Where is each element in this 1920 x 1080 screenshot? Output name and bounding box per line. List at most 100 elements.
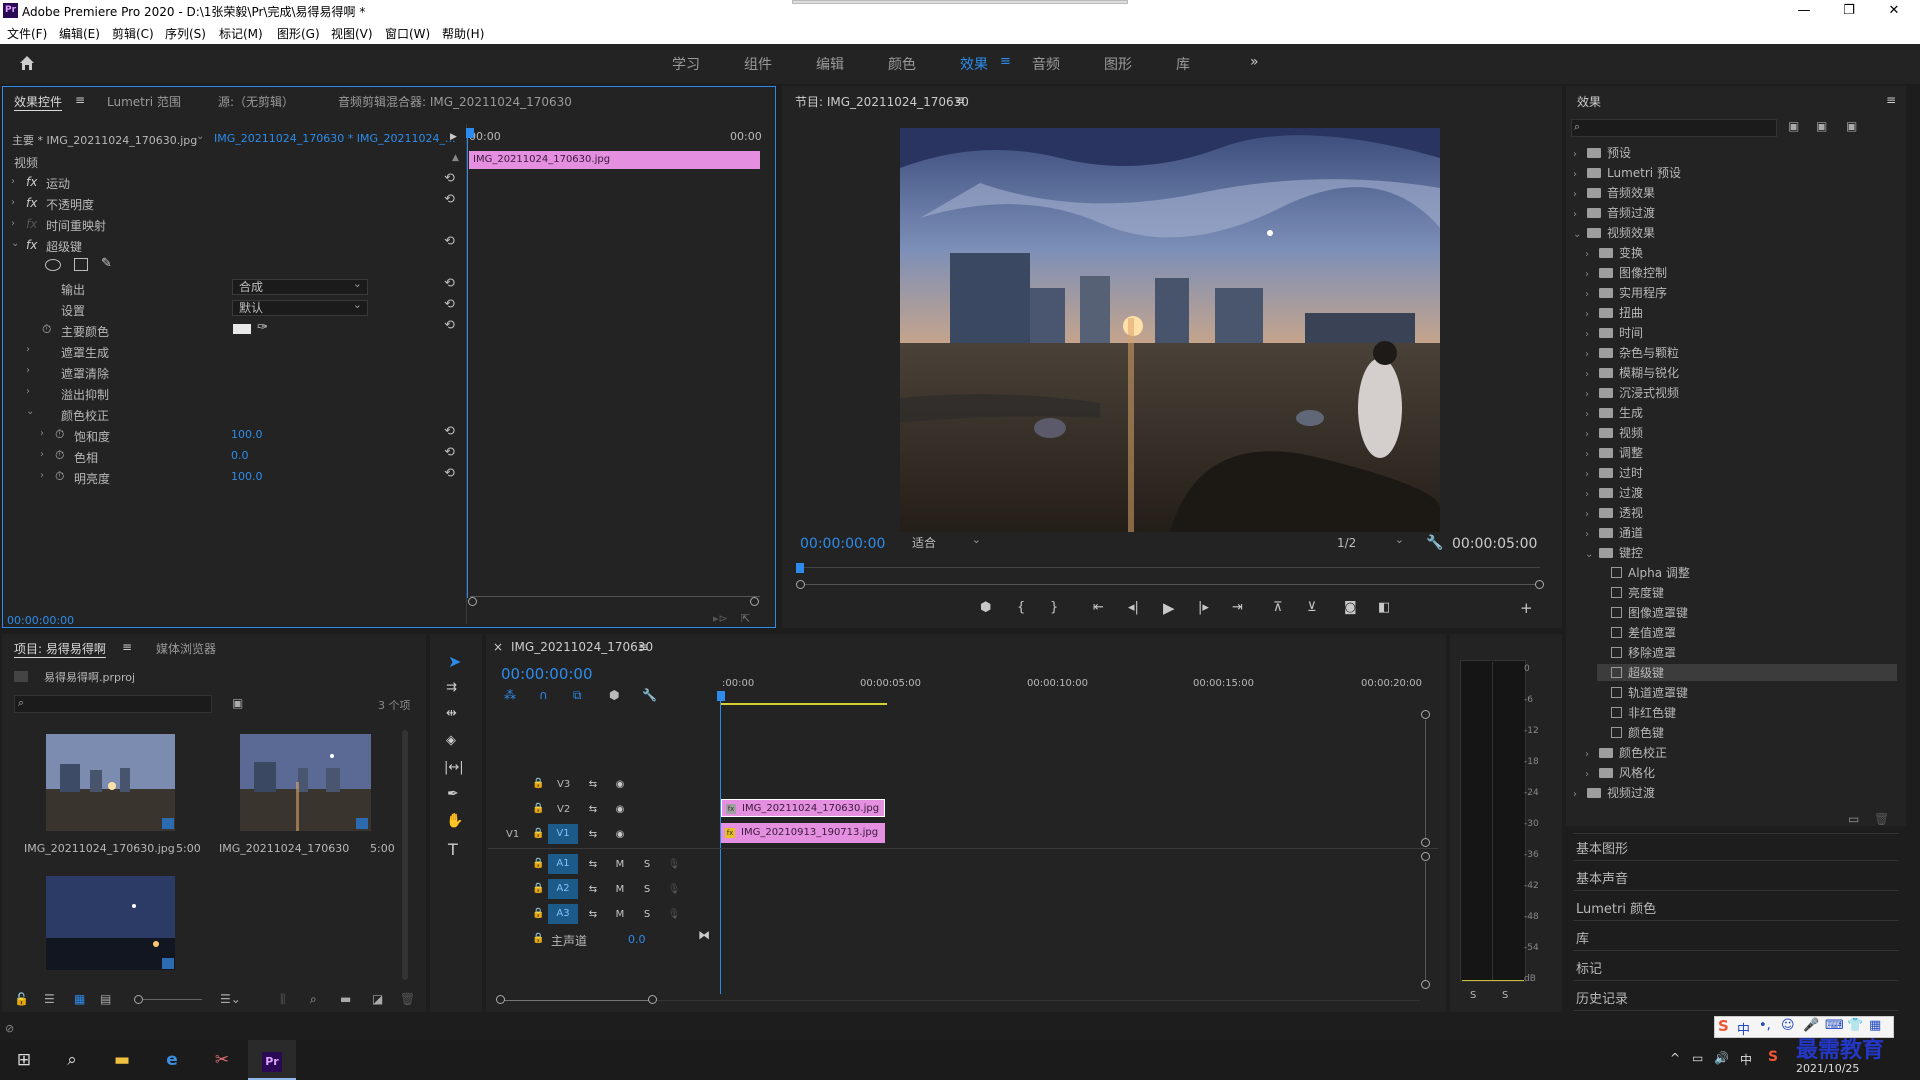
ec-timecode[interactable]: 00:00:00:00	[7, 614, 74, 627]
effects-tree-item[interactable]: › 通道	[1585, 524, 1643, 541]
effects-tree-item[interactable]: 亮度键	[1597, 584, 1664, 601]
panel-menu-icon[interactable]: ≡	[122, 640, 132, 654]
go-to-in-icon[interactable]: ⇤	[1093, 600, 1104, 615]
mute-button[interactable]: M	[612, 907, 628, 923]
find-icon[interactable]: ⌕	[310, 992, 317, 1007]
menu-file[interactable]: 文件(F)	[7, 25, 47, 42]
effects-tree-item[interactable]: › 音频过渡	[1573, 204, 1655, 221]
menu-view[interactable]: 视图(V)	[331, 25, 373, 42]
new-folder-icon[interactable]: ▭	[1848, 812, 1859, 826]
meter-solo-left[interactable]: S	[1470, 990, 1476, 1001]
chevron-right-icon[interactable]: ›	[1585, 749, 1599, 760]
track-lock-icon[interactable]: 🔒	[532, 908, 544, 919]
reset-icon[interactable]: ⟲	[444, 424, 455, 439]
sync-lock-icon[interactable]: ⇆	[585, 827, 601, 843]
effects-tree-item[interactable]: › 音频效果	[1573, 184, 1655, 201]
volume-icon[interactable]: 🔊	[1714, 1051, 1729, 1065]
reset-icon[interactable]: ⟲	[444, 466, 455, 481]
timeline-timecode[interactable]: 00:00:00:00	[501, 665, 593, 683]
effects-tree-item[interactable]: › 扭曲	[1585, 304, 1643, 321]
key-color-swatch[interactable]	[233, 324, 251, 334]
effects-tree-item[interactable]: › 过渡	[1585, 484, 1643, 501]
show-timeline-icon[interactable]: ▶	[450, 132, 457, 142]
stopwatch-icon[interactable]: ⏱	[55, 448, 64, 463]
audio-scrollbar[interactable]	[1425, 862, 1426, 980]
ime-icon[interactable]: 中	[1740, 1051, 1752, 1068]
effect-time-remap[interactable]: 时间重映射	[46, 217, 106, 234]
chevron-right-icon[interactable]: ›	[1585, 489, 1599, 500]
ime-mode-icon[interactable]: 中	[1737, 1019, 1750, 1038]
wrench-icon[interactable]: 🔧	[1426, 535, 1443, 551]
effect-motion[interactable]: 运动	[46, 175, 70, 192]
effects-tree-item[interactable]: › 过时	[1585, 464, 1643, 481]
reset-icon[interactable]: ⟲	[444, 318, 455, 333]
chevron-right-icon[interactable]: ›	[1585, 449, 1599, 460]
new-bin-icon[interactable]: ▬	[340, 992, 351, 1006]
comparison-view-icon[interactable]: ◧	[1378, 600, 1390, 615]
accelerated-effects-icon[interactable]: ▣	[1788, 119, 1799, 133]
param-saturation-value[interactable]: 100.0	[231, 428, 263, 441]
collapsed-panel-header[interactable]: 标记	[1576, 958, 1602, 977]
chevron-down-icon[interactable]: ⌄	[1573, 229, 1587, 240]
effects-tree-item[interactable]: › 视频过渡	[1573, 784, 1655, 801]
track-lock-icon[interactable]: 🔒	[532, 828, 544, 839]
snap-icon[interactable]: ∩	[539, 688, 548, 702]
source-patch-v1[interactable]: V1	[506, 829, 519, 840]
sort-icon[interactable]: ☰⌄	[220, 992, 241, 1006]
fx-icon[interactable]: fx	[26, 175, 37, 189]
tab-lumetri-scopes[interactable]: Lumetri 范围	[107, 93, 181, 110]
sync-lock-icon[interactable]: ⇆	[585, 802, 601, 818]
effects-tree-item[interactable]: › 变换	[1585, 244, 1643, 261]
selection-tool-icon[interactable]: ➤	[448, 652, 461, 671]
effects-tree-item[interactable]: › 风格化	[1585, 764, 1655, 781]
timeline-clip-v1[interactable]: fx IMG_20210913_190713.jpg	[721, 823, 885, 843]
ec-playhead[interactable]	[466, 128, 474, 138]
track-select-tool-icon[interactable]: ⇉	[446, 680, 457, 695]
chevron-right-icon[interactable]: ›	[1585, 289, 1599, 300]
program-monitor-title[interactable]: 节目: IMG_20211024_170630	[795, 93, 969, 110]
new-item-icon[interactable]: ◪	[372, 992, 383, 1006]
ec-zoom-handle-right[interactable]	[750, 597, 759, 606]
project-item-name[interactable]: IMG_20211024_170630	[219, 842, 349, 855]
thumbnail-3[interactable]	[46, 876, 175, 970]
show-hidden-icons-icon[interactable]: ^	[1670, 1051, 1680, 1065]
video-scrollbar[interactable]	[1425, 720, 1426, 838]
emoji-icon[interactable]: ☺	[1781, 1018, 1795, 1033]
chevron-right-icon[interactable]: ›	[1585, 469, 1599, 480]
menu-help[interactable]: 帮助(H)	[442, 25, 484, 42]
menu-window[interactable]: 窗口(W)	[385, 25, 430, 42]
effects-search-input[interactable]	[1571, 119, 1777, 137]
effects-tree-item[interactable]: › 视频	[1585, 424, 1643, 441]
group-matte-cleanup[interactable]: 遮罩清除	[61, 365, 109, 382]
solo-button[interactable]: S	[639, 857, 655, 873]
chevron-right-icon[interactable]: ›	[1585, 769, 1599, 780]
menu-marker[interactable]: 标记(M)	[219, 25, 263, 42]
linked-selection-icon[interactable]: ⧉	[573, 688, 582, 703]
workspace-assembly[interactable]: 组件	[744, 54, 772, 74]
effects-tree-item[interactable]: › 生成	[1585, 404, 1643, 421]
effects-tree-item[interactable]: 颜色键	[1597, 724, 1664, 741]
ellipse-mask-icon[interactable]	[45, 259, 61, 271]
effects-tree-item[interactable]: › 模糊与锐化	[1585, 364, 1679, 381]
keyboard-icon[interactable]: ⌨	[1825, 1018, 1844, 1033]
microphone-icon[interactable]: 🎙	[666, 882, 682, 898]
go-to-out-icon[interactable]: ⇥	[1232, 600, 1243, 615]
chevron-right-icon[interactable]: ›	[1585, 249, 1599, 260]
panel-menu-icon[interactable]: ≡	[1886, 93, 1896, 107]
ripple-edit-tool-icon[interactable]: ⇹	[446, 706, 457, 721]
sync-lock-icon[interactable]: ⇆	[585, 777, 601, 793]
close-button[interactable]: ✕	[1871, 0, 1917, 22]
chevron-right-icon[interactable]: ›	[1573, 149, 1587, 160]
chevron-right-icon[interactable]: ›	[1585, 309, 1599, 320]
edge-browser-icon[interactable]: e	[148, 1040, 196, 1080]
panel-menu-icon[interactable]: ≡	[955, 93, 965, 107]
effects-tree-item[interactable]: Alpha 调整	[1597, 564, 1690, 581]
sync-lock-icon[interactable]: ⇆	[585, 857, 601, 873]
output-dropdown[interactable]: 合成	[232, 277, 368, 295]
effects-tree-item[interactable]: 非红色键	[1597, 704, 1676, 721]
resolution-dropdown[interactable]: 1/2	[1330, 533, 1410, 553]
chevron-right-icon[interactable]: ›	[1585, 389, 1599, 400]
hand-tool-icon[interactable]: ✋	[446, 813, 463, 829]
ec-zoom-scrollbar[interactable]	[470, 596, 760, 597]
mark-in-icon[interactable]: {	[1017, 600, 1025, 615]
